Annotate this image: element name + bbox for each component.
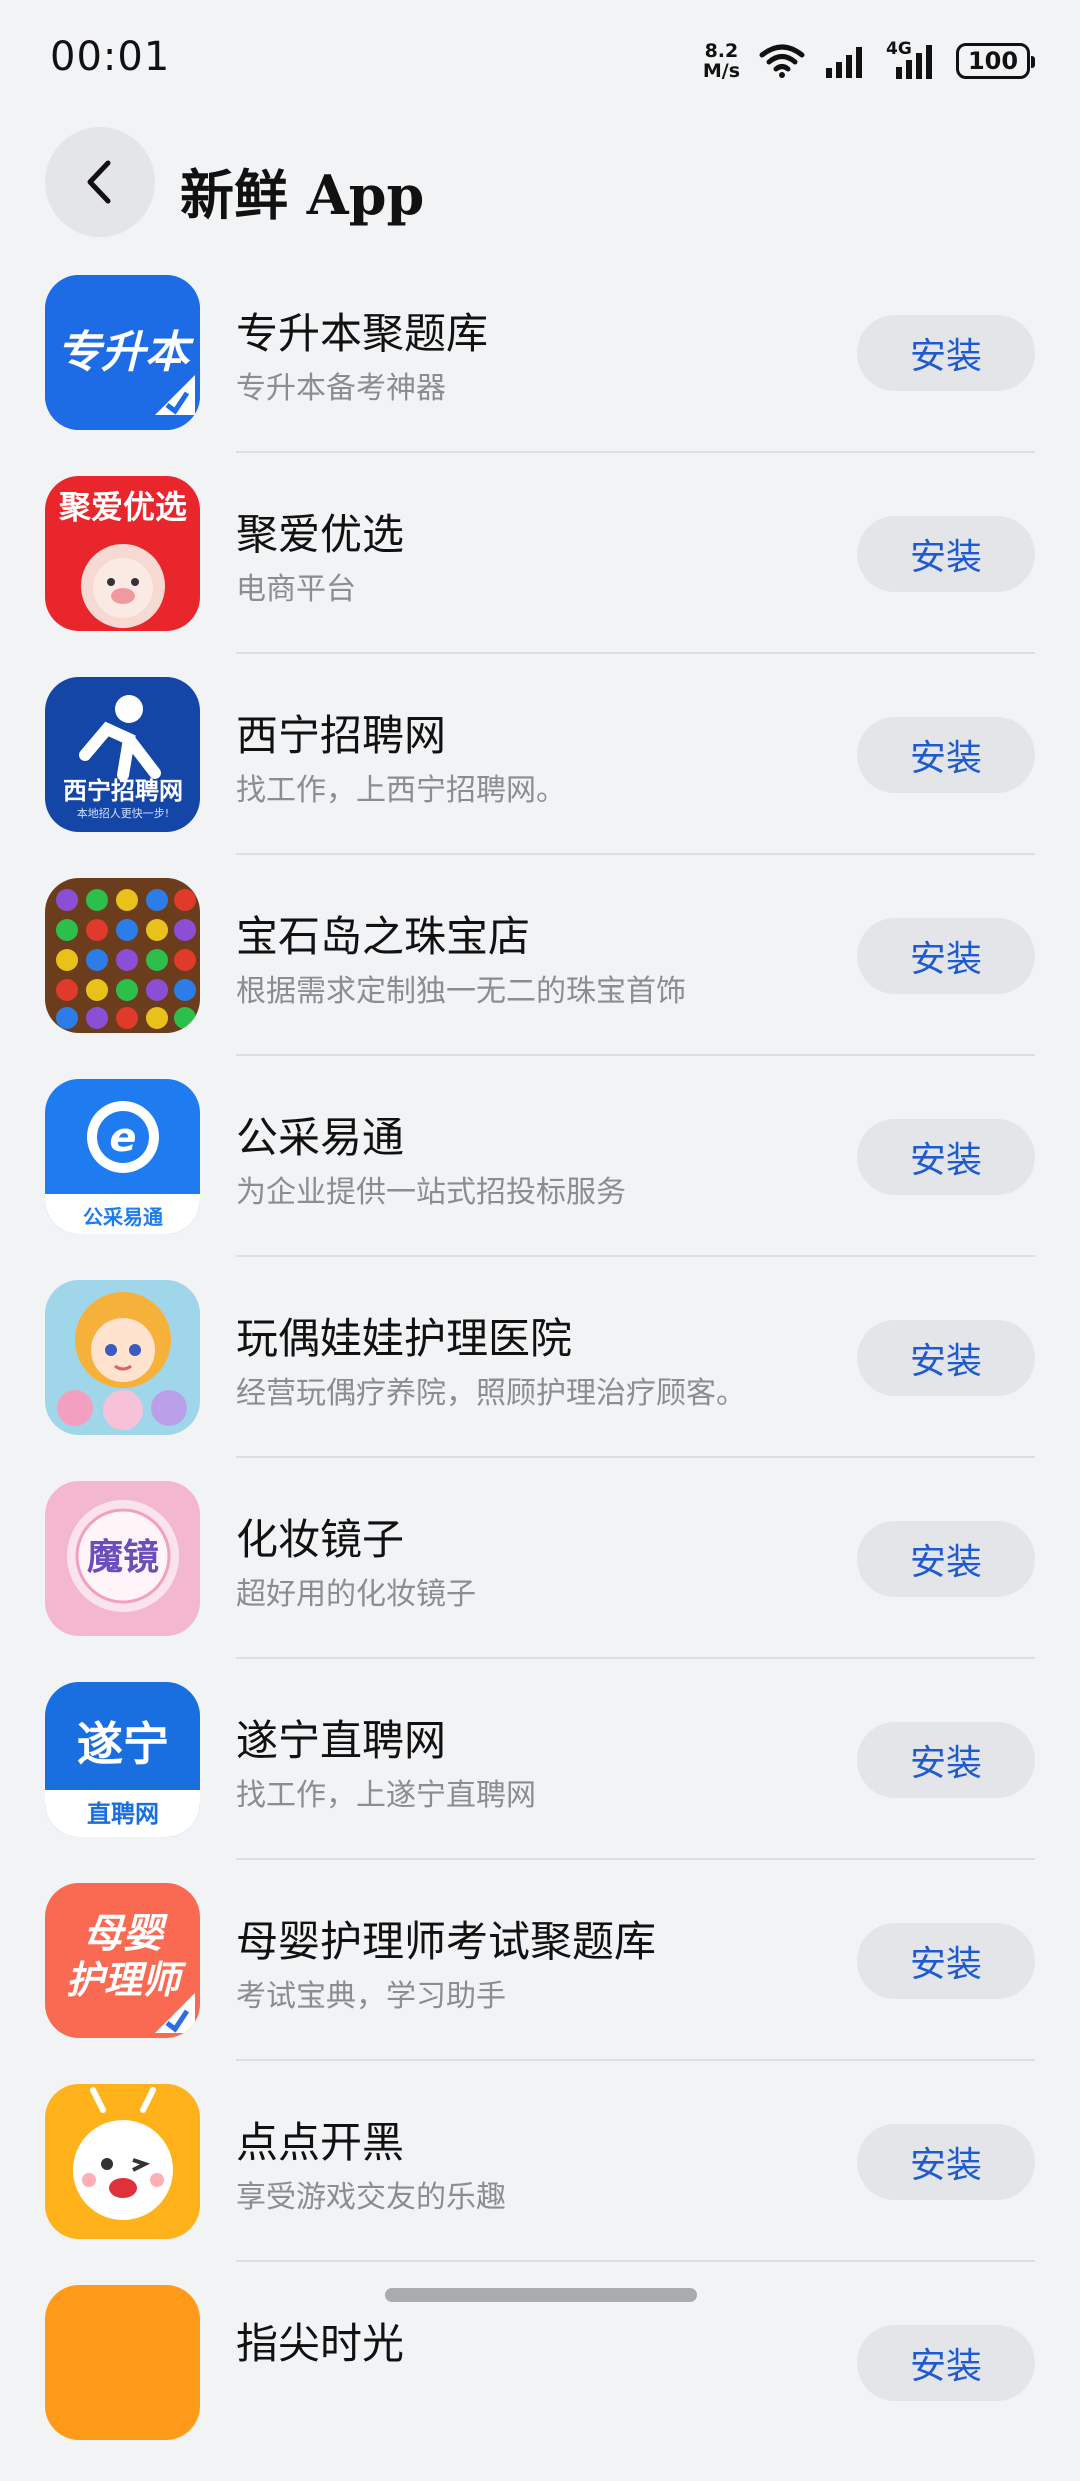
app-list-item[interactable]: 专升本 专升本聚题库 专升本备考神器 安装 — [0, 270, 1080, 471]
network-speed-value: 8.2 — [704, 40, 739, 62]
battery-level: 100 — [967, 47, 1019, 75]
install-button[interactable]: 安装 — [857, 2124, 1035, 2200]
install-button[interactable]: 安装 — [857, 1521, 1035, 1597]
divider — [236, 1657, 1035, 1659]
home-indicator[interactable] — [385, 2288, 697, 2302]
app-name: 遂宁直聘网 — [236, 1716, 447, 1765]
app-icon-sublabel: 直聘网 — [87, 1800, 159, 1828]
app-name: 玩偶娃娃护理医院 — [236, 1314, 573, 1363]
app-description: 专升本备考神器 — [236, 371, 446, 406]
divider — [236, 2260, 1035, 2262]
app-description: 根据需求定制独一无二的珠宝首饰 — [236, 974, 686, 1009]
app-icon-label: 西宁招聘网 — [63, 777, 183, 805]
app-icon-sublabel: 护理师 — [66, 1958, 187, 2002]
app-list-item[interactable]: 母婴 护理师 母婴护理师考试聚题库 考试宝典，学习助手 安装 — [0, 1878, 1080, 2079]
divider — [236, 451, 1035, 453]
app-list-item[interactable]: 魔镜 化妆镜子 超好用的化妆镜子 安装 — [0, 1476, 1080, 1677]
app-icon — [45, 1280, 200, 1435]
install-button[interactable]: 安装 — [857, 315, 1035, 391]
app-icon-label: 母婴 — [83, 1911, 168, 1957]
back-button[interactable] — [45, 127, 155, 237]
app-name: 聚爱优选 — [236, 510, 405, 559]
app-icon — [45, 2084, 200, 2239]
network-speed-unit: M/s — [702, 60, 740, 82]
status-bar: 00:01 8.2 M/s 4G 100 — [0, 0, 1080, 120]
app-list-item[interactable]: 点点开黑 享受游戏交友的乐趣 安装 — [0, 2079, 1080, 2280]
app-list-item[interactable]: 遂宁 直聘网 遂宁直聘网 找工作，上遂宁直聘网 安装 — [0, 1677, 1080, 1878]
app-name: 西宁招聘网 — [236, 711, 447, 760]
app-description: 找工作，上西宁招聘网。 — [236, 773, 566, 808]
status-icons: 8.2 M/s 4G 100 — [703, 38, 1035, 84]
app-list: 专升本 专升本聚题库 专升本备考神器 安装 聚爱优选 聚爱优选 电商平台 安装 — [0, 270, 1080, 2481]
app-icon-label: 公采易通 — [83, 1205, 163, 1229]
app-name: 指尖时光 — [236, 2319, 405, 2368]
app-icon: 遂宁 直聘网 — [45, 1682, 200, 1837]
app-description: 电商平台 — [236, 572, 356, 607]
wifi-icon — [759, 44, 805, 78]
app-icon: e 公采易通 — [45, 1079, 200, 1234]
divider — [236, 1858, 1035, 1860]
app-icon-label: 专升本 — [57, 327, 195, 378]
install-button[interactable]: 安装 — [857, 1923, 1035, 1999]
app-icon-label: 聚爱优选 — [58, 488, 187, 526]
install-button[interactable]: 安装 — [857, 918, 1035, 994]
app-description: 享受游戏交友的乐趣 — [236, 2180, 506, 2215]
app-list-item[interactable]: 宝石岛之珠宝店 根据需求定制独一无二的珠宝首饰 安装 — [0, 873, 1080, 1074]
app-icon — [45, 2285, 200, 2440]
app-icon — [45, 878, 200, 1033]
app-list-item[interactable]: 玩偶娃娃护理医院 经营玩偶疗养院，照顾护理治疗顾客。 安装 — [0, 1275, 1080, 1476]
install-button[interactable]: 安装 — [857, 1119, 1035, 1195]
battery-icon: 100 — [956, 43, 1035, 79]
app-name: 母婴护理师考试聚题库 — [236, 1917, 657, 1966]
install-button[interactable]: 安装 — [857, 516, 1035, 592]
app-description: 为企业提供一站式招投标服务 — [236, 1175, 626, 1210]
divider — [236, 652, 1035, 654]
app-icon: 魔镜 — [45, 1481, 200, 1636]
app-description: 超好用的化妆镜子 — [236, 1577, 476, 1612]
install-button[interactable]: 安装 — [857, 717, 1035, 793]
chevron-left-icon — [87, 160, 111, 204]
app-icon-sublabel: 本地招人更快一步! — [77, 806, 169, 820]
divider — [236, 1054, 1035, 1056]
app-name: 专升本聚题库 — [236, 309, 489, 358]
app-icon: 母婴 护理师 — [45, 1883, 200, 2038]
app-description: 经营玩偶疗养院，照顾护理治疗顾客。 — [236, 1376, 746, 1411]
app-name: 宝石岛之珠宝店 — [236, 912, 531, 961]
app-description: 找工作，上遂宁直聘网 — [236, 1778, 536, 1813]
app-icon-label: 遂宁 — [77, 1717, 169, 1771]
install-button[interactable]: 安装 — [857, 2325, 1035, 2401]
divider — [236, 1456, 1035, 1458]
divider — [236, 853, 1035, 855]
network-speed: 8.2 M/s — [703, 41, 740, 81]
install-button[interactable]: 安装 — [857, 1320, 1035, 1396]
app-list-item[interactable]: e 公采易通 公采易通 为企业提供一站式招投标服务 安装 — [0, 1074, 1080, 1275]
app-list-item[interactable]: 聚爱优选 聚爱优选 电商平台 安装 — [0, 471, 1080, 672]
app-icon: 聚爱优选 — [45, 476, 200, 631]
app-name: 点点开黑 — [236, 2118, 405, 2167]
app-name: 公采易通 — [236, 1113, 405, 1162]
app-icon-label: 魔镜 — [87, 1537, 159, 1578]
app-list-item[interactable]: 西宁招聘网 本地招人更快一步! 西宁招聘网 找工作，上西宁招聘网。 安装 — [0, 672, 1080, 873]
page-header: 新鲜 App — [0, 125, 1080, 245]
divider — [236, 2059, 1035, 2061]
app-icon: 西宁招聘网 本地招人更快一步! — [45, 677, 200, 832]
app-icon: 专升本 — [45, 275, 200, 430]
4g-signal-icon: 4G — [886, 39, 938, 79]
svg-text:e: e — [109, 1115, 136, 1161]
page-title: 新鲜 App — [180, 163, 425, 227]
app-list-item[interactable]: 指尖时光 安装 — [0, 2280, 1080, 2481]
app-description: 考试宝典，学习助手 — [236, 1979, 506, 2014]
status-time: 00:01 — [50, 34, 171, 80]
signal-icon — [826, 47, 862, 78]
divider — [236, 1255, 1035, 1257]
app-name: 化妆镜子 — [236, 1515, 405, 1564]
install-button[interactable]: 安装 — [857, 1722, 1035, 1798]
